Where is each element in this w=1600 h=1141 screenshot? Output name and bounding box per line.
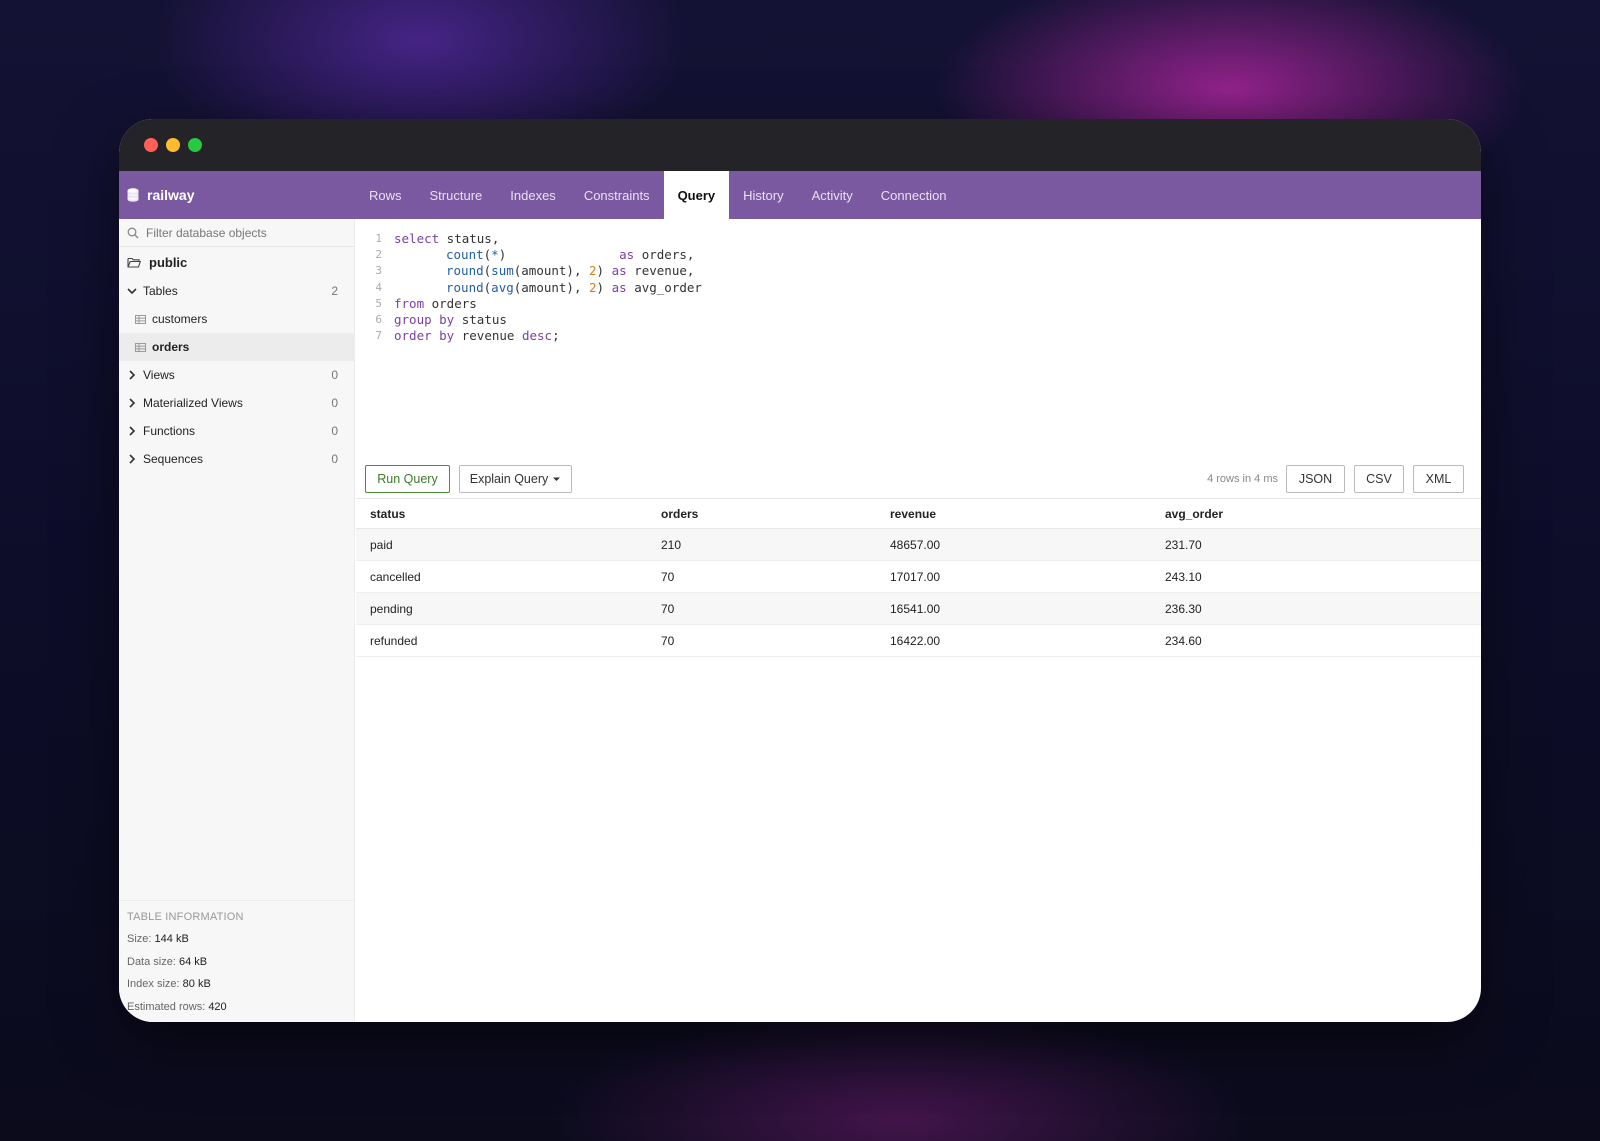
sidebar-group-materialized-views[interactable]: Materialized Views 0: [119, 389, 354, 417]
row-count-status: 4 rows in 4 ms: [1207, 473, 1278, 485]
tab-constraints[interactable]: Constraints: [570, 171, 664, 219]
code-line: 7 order by revenue desc;: [375, 328, 560, 344]
filter-objects-input[interactable]: [146, 225, 336, 240]
caret-down-icon: [553, 477, 561, 481]
chevron-right-icon: [129, 426, 136, 436]
table-row[interactable]: paid 210 48657.00 231.70: [356, 529, 1481, 561]
database-brand[interactable]: railway: [119, 171, 355, 219]
table-icon: [135, 314, 146, 324]
main-panel: 1 select status, 2 count(*) as orders, 3…: [356, 219, 1481, 1022]
main-tabs: Rows Structure Indexes Constraints Query…: [355, 171, 961, 219]
tab-indexes[interactable]: Indexes: [496, 171, 570, 219]
sidebar-table-orders[interactable]: orders: [119, 333, 354, 361]
database-icon: [127, 188, 139, 202]
group-count: 2: [331, 284, 338, 298]
chevron-right-icon: [129, 454, 136, 464]
schema-name: public: [149, 254, 188, 270]
tab-structure[interactable]: Structure: [416, 171, 497, 219]
group-count: 0: [331, 452, 338, 466]
sidebar-group-views[interactable]: Views 0: [119, 361, 354, 389]
export-xml-button[interactable]: XML: [1413, 465, 1464, 493]
column-header-avg-order[interactable]: avg_order: [1163, 507, 1481, 521]
code-line: 2 count(*) as orders,: [375, 247, 695, 263]
column-header-revenue[interactable]: revenue: [888, 507, 1163, 521]
tab-query[interactable]: Query: [663, 171, 730, 219]
chevron-down-icon: [127, 288, 137, 295]
results-table: status orders revenue avg_order paid 210…: [356, 499, 1481, 657]
table-size: Size: 144 kB: [127, 933, 189, 945]
sidebar: public Tables 2 customers orders Views 0…: [119, 219, 355, 1022]
tab-rows[interactable]: Rows: [355, 171, 416, 219]
code-line: 5 from orders: [375, 295, 477, 311]
zoom-window-button[interactable]: [188, 138, 202, 152]
table-index-size: Index size: 80 kB: [127, 978, 211, 990]
table-row[interactable]: cancelled 70 17017.00 243.10: [356, 561, 1481, 593]
database-name: railway: [147, 187, 195, 203]
tab-connection[interactable]: Connection: [867, 171, 961, 219]
export-csv-button[interactable]: CSV: [1354, 465, 1404, 493]
app-window: railway Rows Structure Indexes Constrain…: [119, 119, 1481, 1022]
group-count: 0: [331, 368, 338, 382]
schema-selector[interactable]: public: [119, 247, 354, 277]
sidebar-group-functions[interactable]: Functions 0: [119, 417, 354, 445]
table-name: orders: [152, 340, 190, 354]
tab-activity[interactable]: Activity: [798, 171, 867, 219]
code-line: 1 select status,: [375, 231, 500, 246]
group-label: Views: [143, 368, 175, 382]
top-nav-bar: railway Rows Structure Indexes Constrain…: [119, 171, 1481, 219]
table-information-panel: TABLE INFORMATION Size: 144 kB Data size…: [119, 900, 354, 1022]
table-info-header: TABLE INFORMATION: [127, 911, 244, 923]
sql-editor[interactable]: 1 select status, 2 count(*) as orders, 3…: [356, 219, 1481, 451]
group-label: Materialized Views: [143, 396, 243, 410]
column-header-status[interactable]: status: [356, 507, 659, 521]
code-line: 4 round(avg(amount), 2) as avg_order: [375, 279, 702, 295]
run-query-button[interactable]: Run Query: [365, 465, 450, 493]
group-count: 0: [331, 396, 338, 410]
results-body: paid 210 48657.00 231.70 cancelled 70 17…: [356, 529, 1481, 657]
table-data-size: Data size: 64 kB: [127, 955, 208, 968]
chevron-right-icon: [129, 398, 136, 408]
sidebar-table-customers[interactable]: customers: [119, 305, 354, 333]
table-row[interactable]: pending 70 16541.00 236.30: [356, 593, 1481, 625]
minimize-window-button[interactable]: [166, 138, 180, 152]
table-name: customers: [152, 312, 208, 326]
code-line: 6 group by status: [375, 311, 507, 327]
group-label: Sequences: [143, 452, 204, 466]
sidebar-group-tables[interactable]: Tables 2: [119, 277, 354, 305]
table-row[interactable]: refunded 70 16422.00 234.60: [356, 625, 1481, 657]
chevron-right-icon: [129, 370, 136, 380]
column-header-orders[interactable]: orders: [659, 507, 888, 521]
close-window-button[interactable]: [144, 138, 158, 152]
group-count: 0: [331, 424, 338, 438]
sidebar-group-sequences[interactable]: Sequences 0: [119, 445, 354, 473]
group-label: Functions: [143, 424, 196, 438]
code-line: 3 round(sum(amount), 2) as revenue,: [375, 263, 695, 279]
folder-open-icon: [127, 257, 141, 268]
table-icon: [135, 342, 146, 352]
tab-history[interactable]: History: [729, 171, 797, 219]
explain-query-button[interactable]: Explain Query: [459, 465, 572, 493]
results-header: status orders revenue avg_order: [356, 499, 1481, 529]
title-bar: [119, 119, 1481, 171]
filter-bar: [119, 219, 354, 247]
export-json-button[interactable]: JSON: [1286, 465, 1345, 493]
group-label: Tables: [143, 284, 178, 298]
search-icon: [127, 227, 139, 238]
table-estimated-rows: Estimated rows: 420: [127, 1000, 227, 1013]
